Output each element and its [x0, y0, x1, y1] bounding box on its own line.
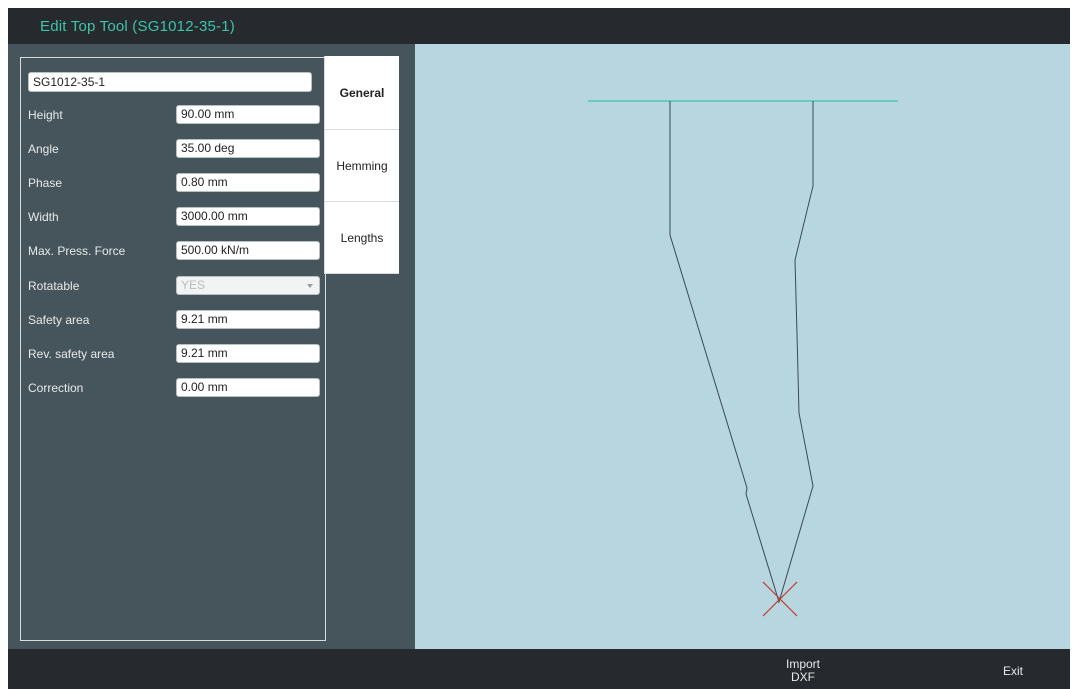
field-label-safety-area: Safety area: [28, 313, 90, 327]
title-bar: Edit Top Tool (SG1012-35-1): [8, 8, 1070, 44]
field-value-angle: 35.00 deg: [181, 141, 235, 155]
field-row-safety-area: Safety area 9.21 mm: [28, 310, 320, 330]
field-row-angle: Angle 35.00 deg: [28, 139, 320, 159]
field-label-max-press-force: Max. Press. Force: [28, 244, 126, 258]
tab-hemming[interactable]: Hemming: [324, 130, 399, 202]
field-row-rev-safety-area: Rev. safety area 9.21 mm: [28, 344, 320, 364]
field-row-correction: Correction 0.00 mm: [28, 378, 320, 398]
tab-label-general: General: [339, 85, 385, 100]
import-dxf-label-line2: DXF: [791, 670, 815, 684]
field-value-max-press-force: 500.00 kN/m: [181, 243, 250, 257]
field-value-rev-safety-area: 9.21 mm: [181, 346, 228, 360]
tab-general[interactable]: General: [324, 56, 399, 130]
field-value-rotatable: YES: [181, 278, 206, 292]
tab-lengths[interactable]: Lengths: [324, 202, 399, 274]
input-height[interactable]: 90.00 mm: [176, 105, 320, 124]
field-label-rev-safety-area: Rev. safety area: [28, 347, 115, 361]
input-correction[interactable]: 0.00 mm: [176, 378, 320, 397]
field-row-height: Height 90.00 mm: [28, 105, 320, 125]
field-value-width: 3000.00 mm: [181, 209, 248, 223]
field-label-height: Height: [28, 108, 63, 122]
field-label-correction: Correction: [28, 381, 84, 395]
tab-label-lengths: Lengths: [340, 230, 384, 245]
field-row-phase: Phase 0.80 mm: [28, 173, 320, 193]
tool-preview-canvas[interactable]: [415, 44, 1070, 649]
chevron-down-icon: [307, 284, 313, 288]
field-value-phase: 0.80 mm: [181, 175, 228, 189]
import-dxf-button[interactable]: Import DXF: [778, 658, 828, 684]
input-safety-area[interactable]: 9.21 mm: [176, 310, 320, 329]
window-title: Edit Top Tool (SG1012-35-1): [40, 18, 235, 35]
tool-profile-drawing: [588, 100, 898, 617]
select-rotatable: YES: [176, 276, 320, 295]
bottom-toolbar: Import DXF Exit: [8, 649, 1070, 689]
input-phase[interactable]: 0.80 mm: [176, 173, 320, 192]
field-row-max-press-force: Max. Press. Force 500.00 kN/m: [28, 241, 320, 261]
input-width[interactable]: 3000.00 mm: [176, 207, 320, 226]
edit-tool-window: Edit Top Tool (SG1012-35-1) SG1012-35-1 …: [8, 8, 1070, 689]
tab-label-hemming: Hemming: [336, 158, 388, 173]
input-angle[interactable]: 35.00 deg: [176, 139, 320, 158]
field-label-rotatable: Rotatable: [28, 279, 80, 293]
field-value-correction: 0.00 mm: [181, 380, 228, 394]
exit-button[interactable]: Exit: [993, 665, 1033, 678]
field-row-width: Width 3000.00 mm: [28, 207, 320, 227]
field-label-angle: Angle: [28, 142, 59, 156]
field-value-safety-area: 9.21 mm: [181, 312, 228, 326]
field-value-height: 90.00 mm: [181, 107, 235, 121]
field-row-rotatable: Rotatable YES: [28, 276, 320, 296]
field-label-width: Width: [28, 210, 59, 224]
field-label-phase: Phase: [28, 176, 63, 190]
input-max-press-force[interactable]: 500.00 kN/m: [176, 241, 320, 260]
tool-profile-outline: [669, 101, 814, 604]
input-rev-safety-area[interactable]: 9.21 mm: [176, 344, 320, 363]
tool-name-input[interactable]: SG1012-35-1: [28, 72, 312, 92]
